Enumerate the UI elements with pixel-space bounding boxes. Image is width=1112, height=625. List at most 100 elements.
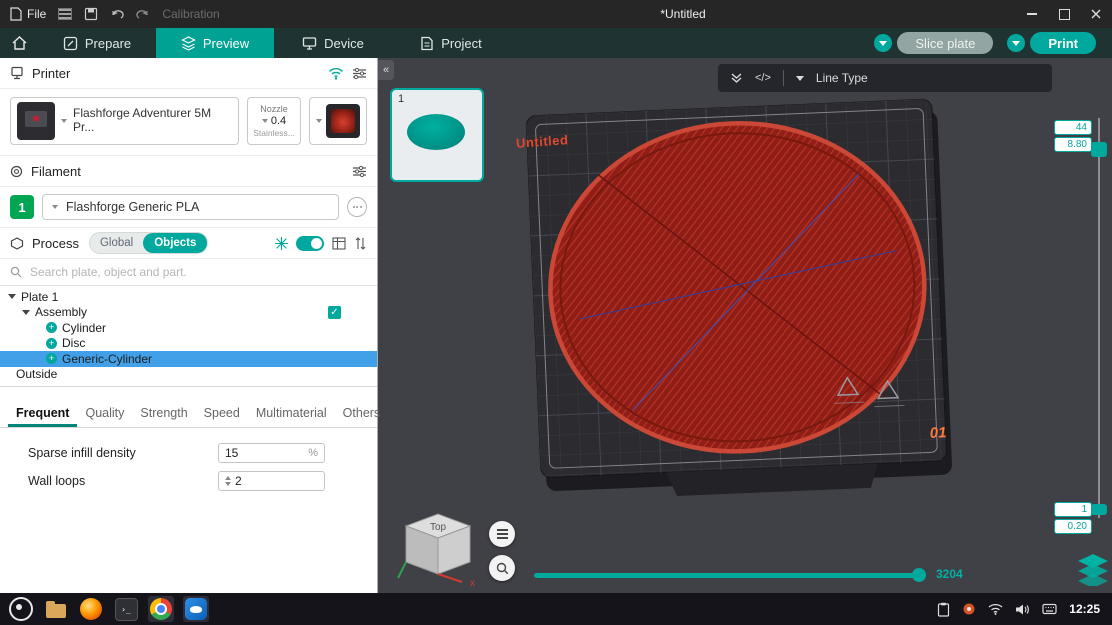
close-button[interactable] (1080, 0, 1112, 28)
sparse-infill-input[interactable]: % (218, 443, 325, 463)
parameter-table-icon[interactable] (332, 236, 346, 250)
printer-settings-icon[interactable] (352, 67, 367, 80)
advanced-toggle[interactable] (296, 235, 324, 251)
tab-multimaterial[interactable]: Multimaterial (248, 406, 335, 427)
sidebar-collapse-handle[interactable]: « (378, 60, 394, 80)
file-manager-launcher[interactable] (43, 596, 69, 622)
tab-preview[interactable]: Preview (156, 28, 274, 58)
param-row-wall-loops: Wall loops (28, 470, 325, 492)
wifi-icon[interactable] (328, 67, 344, 80)
tab-strength[interactable]: Strength (132, 406, 195, 427)
panel-menu-icon[interactable] (58, 8, 73, 20)
tree-item-cylinder[interactable]: + Cylinder (0, 320, 377, 336)
compare-presets-icon[interactable] (354, 236, 367, 250)
collapse-toolbar-icon[interactable] (730, 72, 743, 84)
view-menu-button[interactable] (489, 521, 515, 547)
filament-section-header: Filament (0, 156, 377, 187)
folder-icon (46, 600, 66, 618)
tab-frequent[interactable]: Frequent (8, 406, 78, 427)
network-wifi-icon[interactable] (988, 603, 1003, 615)
preview-viewport[interactable]: 01 « 1 </> Line Type Untitled 44 8.80 1 … (378, 58, 1112, 593)
sparse-infill-unit: % (308, 447, 318, 459)
terminal-launcher[interactable]: ›_ (113, 596, 139, 622)
gcode-icon[interactable]: </> (755, 72, 771, 84)
wall-loops-value[interactable] (235, 474, 318, 488)
wall-loops-input[interactable] (218, 471, 325, 491)
filament-settings-icon[interactable] (352, 165, 367, 178)
tree-item-outside[interactable]: Outside (0, 367, 377, 383)
printer-model-select[interactable]: Flashforge Adventurer 5M Pr... (10, 97, 239, 145)
tab-project[interactable]: Project (392, 28, 510, 58)
filament-sync-icon[interactable] (347, 197, 367, 217)
expander-icon[interactable] (22, 309, 30, 315)
search-input[interactable] (28, 264, 367, 280)
tab-others[interactable]: Others (335, 406, 389, 427)
chrome-launcher[interactable] (148, 596, 174, 622)
minimize-button[interactable] (1016, 0, 1048, 28)
save-icon[interactable] (84, 7, 98, 21)
layer-slider-top-handle[interactable] (1091, 142, 1107, 157)
prepare-icon (63, 36, 78, 50)
step-slider-track[interactable] (534, 573, 924, 578)
layer-slider-track[interactable] (1098, 118, 1100, 518)
printer-section-title: Printer (32, 65, 71, 81)
filament-select[interactable]: Flashforge Generic PLA (42, 194, 339, 220)
sparse-infill-value[interactable] (225, 446, 305, 460)
redo-icon[interactable] (136, 7, 150, 21)
file-menu[interactable]: File (10, 7, 46, 21)
keyboard-icon[interactable] (1042, 603, 1057, 615)
volume-icon[interactable] (1015, 603, 1030, 616)
layer-slider-bottom-handle[interactable] (1091, 504, 1107, 515)
tree-label: Assembly (35, 305, 88, 320)
nozzle-material: Stainless... (253, 128, 295, 138)
firefox-launcher[interactable] (78, 596, 104, 622)
firefox-icon (80, 598, 102, 620)
home-icon (12, 36, 26, 50)
orientation-gizmo[interactable]: Top x (392, 500, 482, 588)
tree-label: Outside (16, 367, 58, 382)
tab-speed[interactable]: Speed (196, 406, 248, 427)
plate-thumbnail-card[interactable]: 1 (390, 88, 484, 182)
expander-icon[interactable] (8, 294, 16, 300)
printer-thumbnail (17, 102, 55, 140)
clock[interactable]: 12:25 (1069, 602, 1100, 616)
toggle-global[interactable]: Global (90, 237, 143, 249)
object-icon: + (46, 337, 57, 349)
tree-item-disc[interactable]: + Disc (0, 336, 377, 352)
maximize-button[interactable] (1048, 0, 1080, 28)
printer-section-header: Printer (0, 58, 377, 89)
zoom-button[interactable] (489, 555, 515, 581)
advanced-mode-icon[interactable] (275, 236, 288, 250)
app-menu-button[interactable] (8, 596, 34, 622)
filament-slot-badge[interactable]: 1 (10, 195, 34, 219)
tree-item-plate[interactable]: Plate 1 (0, 289, 377, 305)
sparse-infill-label: Sparse infill density (28, 446, 136, 460)
terminal-icon: ›_ (114, 597, 138, 621)
tree-item-assembly[interactable]: Assembly (0, 305, 377, 321)
toolbar-divider (782, 70, 784, 86)
slice-plate-button[interactable]: Slice plate (897, 32, 994, 54)
tab-device[interactable]: Device (274, 28, 392, 58)
notification-icon[interactable] (962, 602, 976, 616)
nozzle-select[interactable]: Nozzle 0.4 Stainless... (247, 97, 301, 145)
clipboard-icon[interactable] (937, 602, 950, 617)
tree-item-generic-cylinder[interactable]: + Generic-Cylinder (0, 351, 377, 367)
undo-icon[interactable] (110, 7, 125, 21)
tab-home[interactable] (0, 28, 38, 58)
step-slider-handle[interactable] (912, 568, 926, 582)
bed-type-select[interactable] (309, 97, 367, 145)
tab-prepare[interactable]: Prepare (38, 28, 156, 58)
search-icon (10, 266, 22, 278)
line-type-dropdown[interactable]: Line Type (816, 71, 868, 85)
tab-quality[interactable]: Quality (77, 406, 132, 427)
assembly-visibility-checkbox[interactable]: ✓ (328, 306, 341, 319)
slicer-app-task[interactable] (183, 596, 209, 622)
toggle-objects[interactable]: Objects (143, 233, 208, 253)
slice-dropdown-button[interactable] (874, 34, 893, 52)
print-button[interactable]: Print (1030, 32, 1096, 54)
layers-view-icon[interactable] (1076, 552, 1110, 586)
wall-loops-stepper[interactable] (225, 476, 231, 486)
filament-row: 1 Flashforge Generic PLA (0, 187, 377, 228)
calibration-menu[interactable]: Calibration (162, 7, 219, 21)
print-dropdown-button[interactable] (1007, 34, 1026, 52)
